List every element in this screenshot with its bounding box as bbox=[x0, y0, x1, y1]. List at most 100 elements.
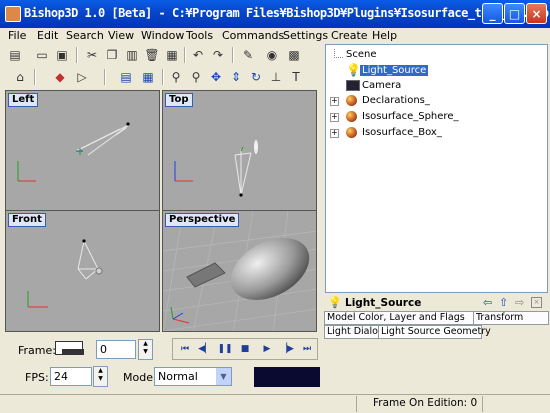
next-frame-icon[interactable]: ▕▶ bbox=[278, 340, 296, 358]
prev-frame-icon[interactable]: ◀▏ bbox=[196, 340, 214, 358]
text-icon[interactable]: T bbox=[288, 69, 304, 85]
tab-light-dialog[interactable]: Light Dialog bbox=[324, 325, 384, 339]
expand-icon[interactable]: + bbox=[330, 97, 339, 106]
layers-icon[interactable]: ◆ bbox=[52, 69, 68, 85]
status-bar: Frame On Edition: 0 bbox=[0, 394, 550, 413]
viewport-perspective[interactable]: Perspective bbox=[162, 210, 317, 332]
keyframe-icon-bar bbox=[62, 349, 84, 355]
scale-icon[interactable]: ⇕ bbox=[228, 69, 244, 85]
first-frame-icon[interactable]: ⏮ bbox=[176, 340, 194, 358]
mode-select[interactable]: Normal ▼ bbox=[154, 367, 232, 386]
tree-item-camera[interactable]: Camera bbox=[346, 80, 403, 92]
last-frame-icon[interactable]: ⏭ bbox=[298, 340, 316, 358]
tab-transform[interactable]: Transform bbox=[473, 311, 549, 325]
material-icon[interactable]: ▷ bbox=[74, 69, 90, 85]
tree-item-label: Camera bbox=[362, 80, 402, 91]
fps-spinner[interactable]: ▲ ▼ bbox=[93, 366, 108, 387]
tree-item-label: Declarations_ bbox=[362, 95, 430, 106]
menu-settings[interactable]: Settings bbox=[283, 29, 328, 42]
expand-icon[interactable]: + bbox=[330, 129, 339, 138]
frame-label: Frame: bbox=[18, 344, 56, 357]
frame-input[interactable]: 0 bbox=[96, 340, 136, 359]
menu-view[interactable]: View bbox=[108, 29, 134, 42]
chevron-down-icon[interactable]: ▼ bbox=[216, 368, 231, 385]
maximize-button[interactable]: □ bbox=[504, 3, 525, 24]
tree-root[interactable]: Scene bbox=[334, 49, 379, 61]
tab-model-color[interactable]: Model Color, Layer and Flags bbox=[324, 311, 475, 325]
redo-icon[interactable]: ↷ bbox=[210, 47, 226, 63]
arrow-right-icon[interactable]: ⇨ bbox=[515, 296, 524, 309]
tree-item-label: Light_Source bbox=[360, 65, 429, 76]
new-icon[interactable]: ▤ bbox=[7, 47, 23, 63]
rotate-icon[interactable]: ↻ bbox=[248, 69, 264, 85]
menu-tools[interactable]: Tools bbox=[186, 29, 213, 42]
close-icon[interactable]: × bbox=[531, 297, 542, 308]
frame-spinner[interactable]: ▲ ▼ bbox=[138, 339, 153, 360]
status-frame-on-edition: Frame On Edition: 0 bbox=[373, 397, 478, 409]
arrow-up-icon[interactable]: ⇧ bbox=[499, 296, 508, 309]
mode-select-value: Normal bbox=[158, 370, 198, 383]
minimize-button[interactable]: _ bbox=[482, 3, 503, 24]
toolbar-main: ▤ ▭ ▣ ✂ ❐ ▥ 🗑 ▦ ↶ ↷ ✎ ◉ ▩ bbox=[0, 44, 322, 66]
menu-window[interactable]: Window bbox=[141, 29, 184, 42]
close-button[interactable]: × bbox=[526, 3, 547, 24]
properties-header: 💡 Light_Source ⇦ ⇧ ⇨ × bbox=[325, 295, 548, 311]
toolbar-separator bbox=[34, 69, 36, 85]
menu-edit[interactable]: Edit bbox=[37, 29, 58, 42]
toolbar-separator bbox=[104, 69, 106, 85]
viewport-left[interactable]: Left bbox=[5, 90, 160, 212]
object-sphere-icon bbox=[346, 111, 357, 122]
delete-icon[interactable]: 🗑 bbox=[144, 47, 160, 63]
stop-icon[interactable]: ■ bbox=[236, 340, 254, 358]
render-icon[interactable]: ◉ bbox=[264, 47, 280, 63]
viewport-front[interactable]: Front bbox=[5, 210, 160, 332]
anchor-icon[interactable]: ⊥ bbox=[268, 69, 284, 85]
toolbar-separator bbox=[184, 47, 186, 63]
single-view-icon[interactable]: ▤ bbox=[118, 69, 134, 85]
tree-item-declarations[interactable]: + Declarations_ bbox=[330, 95, 432, 107]
viewport-top-scene bbox=[174, 140, 258, 197]
title-bar: Bishop3D 1.0 [Beta] - C:¥Program Files¥B… bbox=[0, 0, 550, 28]
status-empty-cell bbox=[482, 396, 550, 412]
move-icon[interactable]: ✥ bbox=[208, 69, 224, 85]
pause-icon[interactable]: ❚❚ bbox=[216, 340, 234, 358]
fps-input[interactable]: 24 bbox=[50, 367, 92, 386]
lightbulb-icon: 💡 bbox=[346, 63, 361, 77]
app-icon[interactable] bbox=[5, 6, 21, 22]
expand-icon[interactable]: + bbox=[330, 113, 339, 122]
tree-item-isosurface-sphere[interactable]: + Isosurface_Sphere_ bbox=[330, 111, 460, 123]
menu-commands[interactable]: Commands bbox=[222, 29, 284, 42]
copy-icon[interactable]: ❐ bbox=[104, 47, 120, 63]
menu-file[interactable]: File bbox=[8, 29, 26, 42]
object-sphere-icon bbox=[346, 95, 357, 106]
undo-icon[interactable]: ↶ bbox=[190, 47, 206, 63]
play-icon[interactable]: ▶ bbox=[258, 340, 276, 358]
home-icon[interactable]: ⌂ bbox=[12, 69, 28, 85]
tree-root-label: Scene bbox=[346, 49, 377, 60]
cut-icon[interactable]: ✂ bbox=[84, 47, 100, 63]
edit-script-icon[interactable]: ✎ bbox=[240, 47, 256, 63]
arrow-left-icon[interactable]: ⇦ bbox=[483, 296, 492, 309]
open-icon[interactable]: ▭ bbox=[34, 47, 50, 63]
film-icon[interactable]: ▩ bbox=[286, 47, 302, 63]
mode-label: Mode: bbox=[123, 371, 157, 384]
viewport-label-perspective: Perspective bbox=[165, 213, 240, 227]
viewport-perspective-scene bbox=[163, 211, 316, 331]
viewport-label-top: Top bbox=[165, 93, 193, 107]
menu-search[interactable]: Search bbox=[66, 29, 104, 42]
menu-create[interactable]: Create bbox=[331, 29, 368, 42]
timecode-display bbox=[254, 367, 320, 387]
quad-view-icon[interactable]: ▦ bbox=[140, 69, 156, 85]
clone-icon[interactable]: ▦ bbox=[164, 47, 180, 63]
tree-root-icon bbox=[334, 49, 343, 58]
zoom-out-icon[interactable]: ⚲ bbox=[188, 69, 204, 85]
paste-icon[interactable]: ▥ bbox=[124, 47, 140, 63]
toolbar-separator bbox=[232, 47, 234, 63]
save-icon[interactable]: ▣ bbox=[54, 47, 70, 63]
zoom-in-icon[interactable]: ⚲ bbox=[168, 69, 184, 85]
menu-help[interactable]: Help bbox=[372, 29, 397, 42]
viewport-top[interactable]: Top bbox=[162, 90, 317, 212]
tree-item-light-source[interactable]: 💡 Light_Source bbox=[346, 63, 429, 77]
tree-item-isosurface-box[interactable]: + Isosurface_Box_ bbox=[330, 127, 444, 139]
tab-light-source-geometry[interactable]: Light Source Geometry bbox=[378, 325, 491, 339]
